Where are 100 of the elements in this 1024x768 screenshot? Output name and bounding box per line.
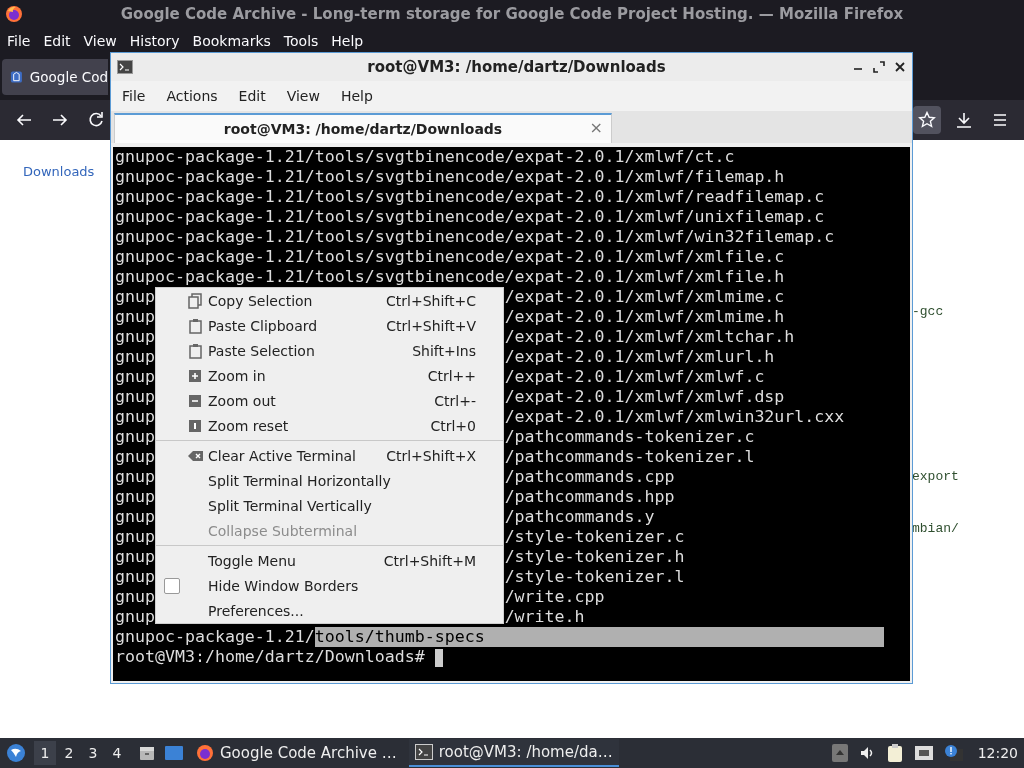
menu-item[interactable]: Toggle Menu Ctrl+Shift+M [156,548,503,573]
terminal-text: gnup [115,467,155,486]
code-text: mbian/ [912,521,959,536]
terminal-text: /pathcommands.hpp [504,487,675,506]
menu-item[interactable]: Tools [283,33,326,49]
terminal-text: gnupoc-package-1.21/tools/svgtbinencode/expat-2.0.1/xmlwf/xmlfile.c [115,247,785,266]
terminal-text: root@VM3:/home/dartz/Downloads# [115,647,425,666]
terminal-text: /expat-2.0.1/xmlwf/xmltchar.h [504,327,795,346]
terminal-text: gnup [115,567,155,586]
menu-item[interactable]: Zoom reset Ctrl+0 [156,413,503,438]
menu-item[interactable]: Clear Active Terminal Ctrl+Shift+X [156,443,503,468]
terminal-text: gnup [115,487,155,506]
menu-item[interactable]: Edit [43,33,78,49]
window-title: Google Code Archive - Long-term storage for Google Code Project Hosting. — Mozilla Firefox [119,5,905,23]
menu-item[interactable]: Help [331,33,371,49]
menu-item[interactable]: Actions [166,88,218,104]
terminal-text: gnup [115,287,155,306]
download-icon[interactable] [955,111,973,129]
checkbox[interactable] [164,577,180,594]
terminal-icon [117,60,133,74]
menu-item[interactable]: Bookmarks [192,33,278,49]
terminal-text: /write.h [504,607,585,626]
close-icon[interactable] [894,61,906,73]
menu-item[interactable]: Hide Window Borders [156,573,503,598]
menu-item[interactable]: Edit [238,88,266,104]
terminal-text: gnup [115,407,155,426]
plus-icon [188,367,203,384]
workspace-button[interactable]: 3 [82,741,104,765]
terminal-icon [414,744,433,760]
terminal-text: gnup [115,587,155,606]
menu-item[interactable]: File [7,33,38,49]
menu-item[interactable]: File [122,88,146,104]
terminal-text: gnup [115,307,155,326]
browser-tab[interactable]: Google Cod [2,59,108,95]
terminal-text: /pathcommands-tokenizer.l [504,447,755,466]
terminal-text: gnupoc-package-1.21/tools/svgtbinencode/expat-2.0.1/xmlwf/xmlfile.h [115,267,785,286]
reload-icon[interactable] [87,111,105,129]
terminal-text: /pathcommands.cpp [504,467,675,486]
menu-item[interactable]: Split Terminal Vertically [156,493,503,518]
terminal-text: gnup [115,387,155,406]
file-manager-icon[interactable] [138,744,156,762]
terminal-text: gnup [115,607,155,626]
downloads-link[interactable]: Downloads [23,164,95,179]
terminal-text: /style-tokenizer.c [504,527,685,546]
workspace-button[interactable]: 1 [34,741,56,765]
reset-icon [188,417,203,434]
terminal-text: gnup [115,447,155,466]
workspace-button[interactable]: 2 [58,741,80,765]
menu-item[interactable]: Copy Selection Ctrl+Shift+C [156,288,503,313]
tab-close-button[interactable]: × [589,118,603,137]
menu-item[interactable]: History [129,33,187,49]
menu-item[interactable]: View [83,33,124,49]
firefox-logo-icon [5,5,23,23]
terminal-text: gnup [115,507,155,526]
terminal-text: /style-tokenizer.h [504,547,685,566]
menu-item[interactable]: Zoom in Ctrl++ [156,363,503,388]
menu-item[interactable]: View [286,88,320,104]
network-icon[interactable] [913,744,934,762]
code-text: -gcc [912,304,944,319]
notification-icon[interactable] [943,744,964,762]
terminal-text: /pathcommands-tokenizer.c [504,427,755,446]
menu-item[interactable]: Paste Selection Shift+Ins [156,338,503,363]
terminal-text: /style-tokenizer.l [504,567,685,586]
start-menu-icon[interactable] [6,743,26,763]
clock: 12:20 [977,745,1018,761]
terminal-text: gnupoc-package-1.21/tools/svgtbinencode/expat-2.0.1/xmlwf/unixfilemap.c [115,207,825,226]
terminal-text: /expat-2.0.1/xmlwf/xmlurl.h [504,347,775,366]
terminal-text: gnup [115,347,155,366]
desktop-icon[interactable] [164,744,184,762]
taskbar-task[interactable]: root@VM3: /home/da… [408,739,619,767]
menu-item[interactable]: Paste Clipboard Ctrl+Shift+V [156,313,503,338]
window-title: root@VM3: /home/dartz/Downloads [366,58,667,76]
clipboard-icon [188,342,203,359]
menu-item[interactable]: Split Terminal Horizontally [156,468,503,493]
terminal-text: /expat-2.0.1/xmlwf/xmlmime.c [504,287,785,306]
menu-item[interactable]: Zoom out Ctrl+- [156,388,503,413]
selected-text: tools/thumb-specs [314,627,885,647]
workspace-button[interactable]: 4 [106,741,128,765]
terminal-text: gnupoc-package-1.21/tools/svgtbinencode/expat-2.0.1/xmlwf/ct.c [115,147,735,166]
star-icon [918,111,936,129]
maximize-icon[interactable] [873,61,885,73]
bookmark-button[interactable] [913,106,941,134]
terminal-text: gnupoc-package-1.21/tools/svgtbinencode/expat-2.0.1/xmlwf/win32filemap.c [115,227,835,246]
tray-expand-icon[interactable] [831,744,848,762]
terminal-text: /write.cpp [504,587,605,606]
minus-icon [188,392,203,409]
menu-item[interactable]: Preferences... [156,598,503,623]
taskbar-task[interactable]: Google Code Archive … [190,739,403,767]
code-text: export [912,469,959,484]
terminal-text: /expat-2.0.1/xmlwf/xmlwf.c [504,367,765,386]
clipboard-icon[interactable] [885,743,904,763]
copy-icon [188,292,203,309]
terminal-tab[interactable]: root@VM3: /home/dartz/Downloads × [114,113,612,143]
terminal-text: gnup [115,327,155,346]
menu-icon[interactable] [991,111,1009,129]
site-icon [10,70,23,84]
menu-item[interactable]: Help [340,88,373,104]
terminal-text: gnupoc-package-1.21/tools/svgtbinencode/expat-2.0.1/xmlwf/readfilemap.c [115,187,825,206]
terminal-text: gnup [115,427,155,446]
terminal-text: gnup [115,527,155,546]
